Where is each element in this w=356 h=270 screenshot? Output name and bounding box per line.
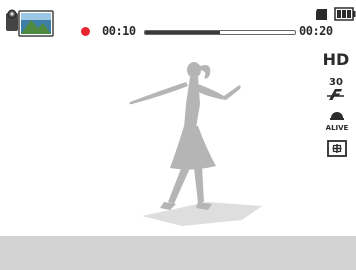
resolution-indicator: HD <box>322 50 350 69</box>
memory-card-icon <box>316 9 327 20</box>
recording-indicator <box>81 27 90 36</box>
total-time: 00:20 <box>299 24 333 38</box>
movie-mode-icon <box>6 9 54 37</box>
recording-progress-fill <box>145 31 220 34</box>
frame-rate-30fps-icon: 30 <box>327 77 344 100</box>
dancing-woman-silhouette <box>129 62 262 226</box>
metering-icon <box>327 140 347 157</box>
battery-full-icon <box>334 7 356 21</box>
alive-voice-icon: ALIVE <box>326 112 348 132</box>
bottom-bar <box>0 236 356 270</box>
elapsed-time: 00:10 <box>102 24 136 38</box>
svg-text:30: 30 <box>329 77 343 88</box>
recording-progress-bar <box>144 30 296 35</box>
svg-text:ALIVE: ALIVE <box>326 124 348 132</box>
status-bar: 00:10 00:20 <box>0 0 356 42</box>
